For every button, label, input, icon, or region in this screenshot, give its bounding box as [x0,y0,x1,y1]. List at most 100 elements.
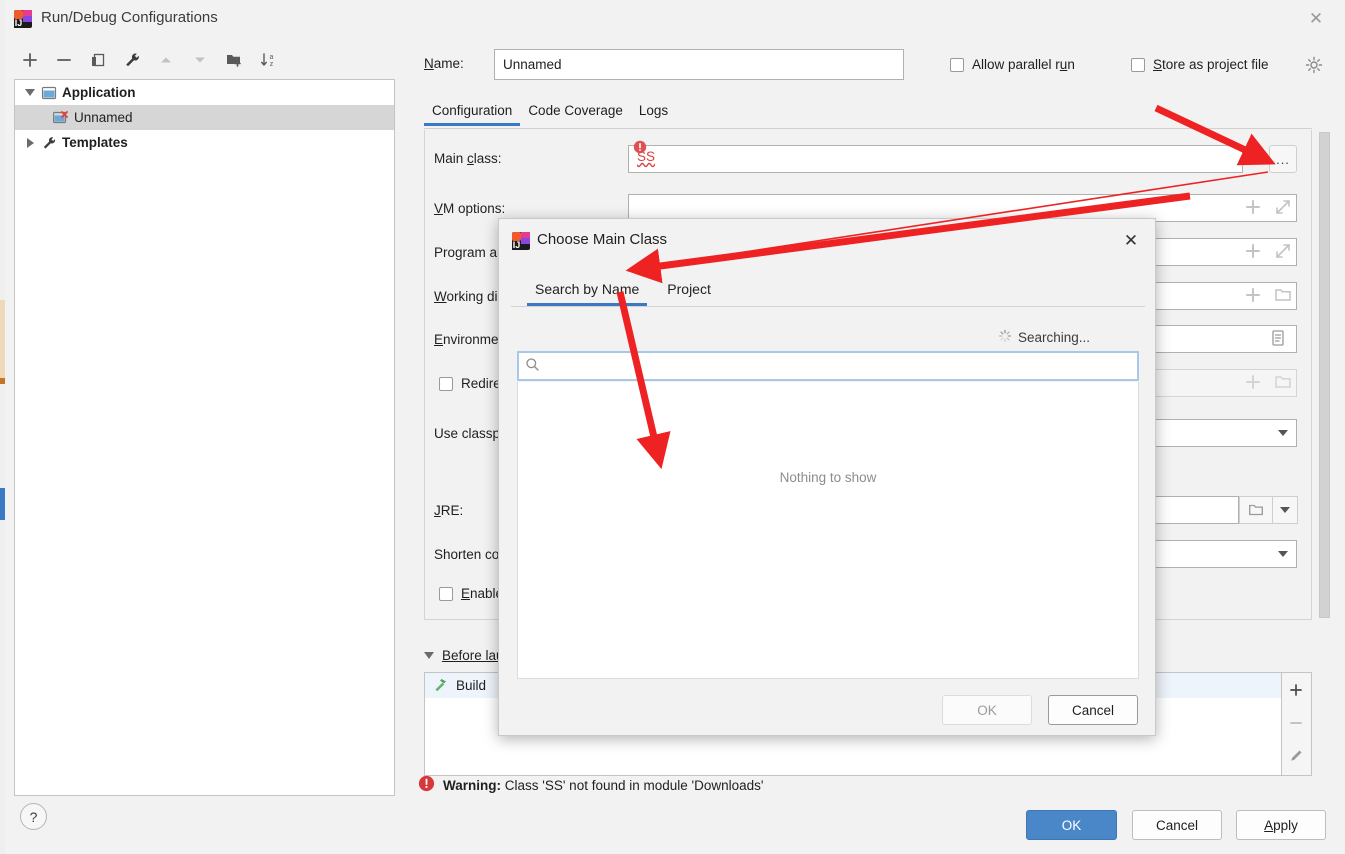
expand-icon[interactable] [1273,241,1293,264]
main-class-label: Main class: [434,151,502,166]
jre-label: JRE: [434,503,463,518]
tab-search-by-name[interactable]: Search by Name [521,275,653,306]
svg-text:z: z [270,61,274,68]
tree-item-label: Application [62,85,136,100]
warning-message: Class 'SS' not found in module 'Download… [505,778,764,793]
checkbox-box[interactable] [950,58,964,72]
wrench-icon [39,135,59,151]
checkbox-box[interactable] [1131,58,1145,72]
window-titlebar: IJ Run/Debug Configurations ✕ [5,0,1345,38]
redirect-input-actions [1243,372,1293,395]
svg-text:IJ: IJ [15,18,23,28]
apply-button[interactable]: Apply [1236,810,1326,840]
vm-options-actions [1243,197,1293,220]
search-field-wrapper[interactable] [517,351,1139,381]
chevron-down-icon[interactable] [1278,430,1288,436]
document-icon[interactable] [1268,328,1288,351]
chevron-down-icon[interactable] [424,652,434,659]
gear-icon[interactable] [1305,56,1323,74]
svg-text:a: a [270,54,274,61]
ok-button[interactable]: OK [1026,810,1117,840]
search-input[interactable] [546,358,1131,375]
expand-icon[interactable] [1273,197,1293,220]
cancel-button[interactable]: Cancel [1132,810,1222,840]
empty-state-message: Nothing to show [518,470,1138,485]
tree-item-label: Templates [62,135,128,150]
jre-browse-button[interactable] [1239,496,1273,524]
store-as-project-file-checkbox[interactable]: Store as project file [1131,57,1269,72]
tabs-underline [424,128,1312,129]
dialog-ok-button[interactable]: OK [942,695,1032,725]
dialog-cancel-button[interactable]: Cancel [1048,695,1138,725]
jre-dropdown-button[interactable] [1272,496,1298,524]
edit-templates-button[interactable] [116,45,148,75]
chevron-right-icon[interactable] [21,138,39,148]
tab-code-coverage[interactable]: Code Coverage [520,99,631,124]
warning-banner: Warning: Class 'SS' not found in module … [418,775,763,795]
tree-item-label: Unnamed [74,110,133,125]
configurations-toolbar: a z [14,44,294,76]
close-icon[interactable]: ✕ [1299,7,1333,31]
window-title: Run/Debug Configurations [41,9,218,26]
vm-options-label: VM options: [434,201,505,216]
application-error-icon [51,110,71,126]
background-window-edge [0,0,5,854]
checkbox-box[interactable] [439,377,453,391]
tab-project[interactable]: Project [653,275,725,306]
edit-task-button[interactable] [1282,739,1310,772]
tree-item-application[interactable]: Application [15,80,394,105]
browse-button-label: ... [1276,152,1290,167]
tree-item-templates[interactable]: Templates [15,130,394,155]
intellij-idea-icon: IJ [13,9,33,29]
plus-icon[interactable] [1243,285,1263,308]
move-up-button[interactable] [150,45,182,75]
hammer-icon [433,676,449,695]
chevron-down-icon[interactable] [1278,551,1288,557]
main-class-field[interactable]: SS [628,145,1243,173]
remove-configuration-button[interactable] [48,45,80,75]
error-icon [633,140,647,157]
chevron-down-icon[interactable] [21,89,39,96]
new-folder-button[interactable] [218,45,250,75]
plus-icon[interactable] [1243,241,1263,264]
checkbox-box[interactable] [439,587,453,601]
application-icon [39,85,59,101]
warning-text: Warning: Class 'SS' not found in module … [443,778,763,793]
search-status-label: Searching... [1018,330,1090,345]
plus-icon [1243,372,1263,395]
name-input[interactable] [494,49,904,80]
search-results-list[interactable]: Nothing to show [517,382,1139,679]
before-launch-actions [1282,672,1312,776]
folder-icon[interactable] [1273,285,1293,308]
add-task-button[interactable] [1282,673,1310,706]
add-configuration-button[interactable] [14,45,46,75]
before-launch-item-label: Build [456,678,486,693]
plus-icon[interactable] [1243,197,1263,220]
help-button[interactable]: ? [20,803,47,830]
move-down-button[interactable] [184,45,216,75]
tree-item-unnamed[interactable]: Unnamed [15,105,394,130]
configurations-tree[interactable]: Application Unnamed Templates [14,79,395,796]
configuration-tabs: Configuration Code Coverage Logs [424,99,1312,127]
program-arguments-actions [1243,241,1293,264]
search-icon [525,357,540,375]
sort-configurations-button[interactable]: a z [252,45,284,75]
dialog-tabs-underline [511,306,1145,307]
allow-parallel-run-label: Allow parallel run [972,57,1075,72]
svg-text:IJ: IJ [513,240,521,250]
dialog-title: Choose Main Class [537,231,667,248]
configuration-scrollbar-thumb[interactable] [1319,132,1330,618]
allow-parallel-run-checkbox[interactable]: Allow parallel run [950,57,1075,72]
dialog-tabs: Search by Name Project [521,275,725,306]
copy-configuration-button[interactable] [82,45,114,75]
chevron-down-icon[interactable] [1280,507,1290,513]
error-icon [418,775,435,795]
remove-task-button[interactable] [1282,706,1310,739]
main-class-browse-button[interactable]: ... [1269,145,1297,173]
close-icon[interactable]: ✕ [1117,228,1145,254]
intellij-idea-icon: IJ [511,231,531,251]
tab-logs[interactable]: Logs [631,99,676,124]
search-status: Searching... [998,329,1143,346]
store-as-project-file-label: Store as project file [1153,57,1269,72]
tab-configuration[interactable]: Configuration [424,99,520,124]
